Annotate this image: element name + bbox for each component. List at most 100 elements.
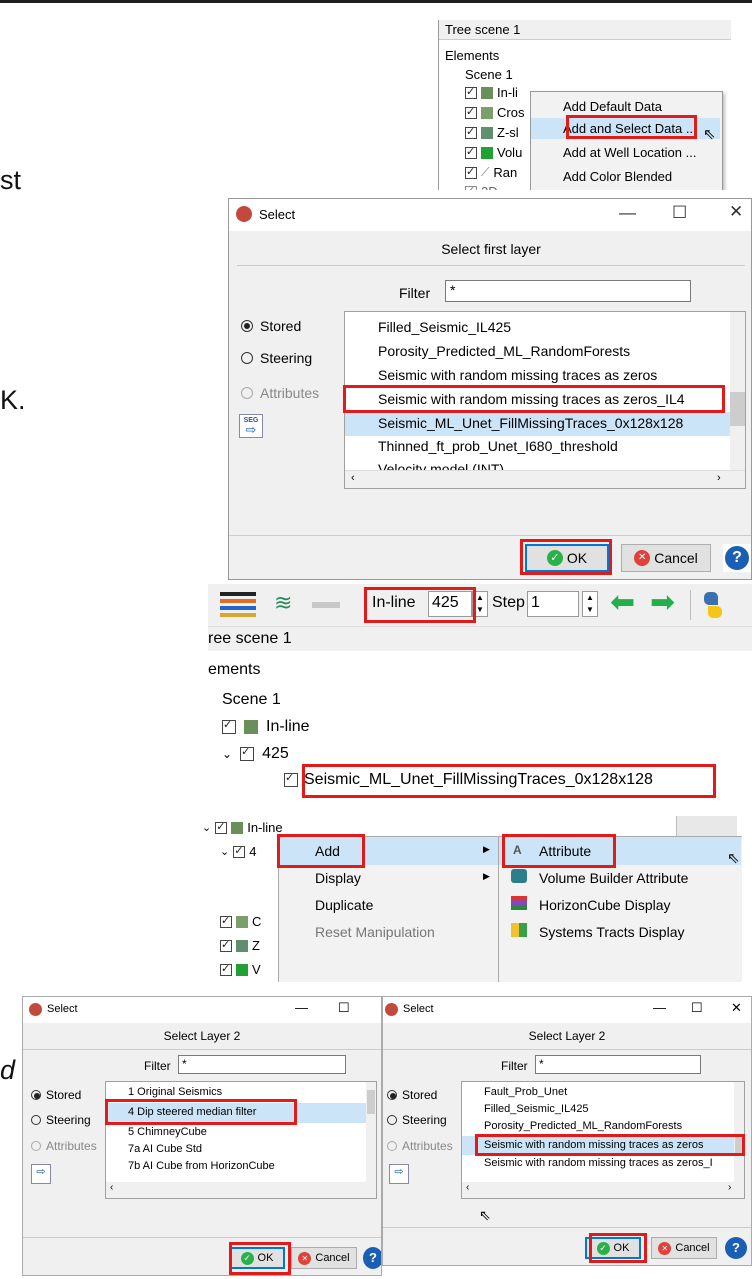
list-item[interactable]: Porosity_Predicted_ML_RandomForests xyxy=(484,1120,682,1132)
dataset-list[interactable]: 1 Original Seismics 4 Dip steered median… xyxy=(105,1081,377,1199)
tree-item-inline[interactable]: In-line xyxy=(222,718,310,736)
menu-display[interactable]: Display xyxy=(315,870,361,886)
checkbox-icon[interactable] xyxy=(233,844,246,858)
scene-label[interactable]: Scene 1 xyxy=(222,691,281,709)
step-input[interactable]: 1 xyxy=(527,591,579,617)
checkbox-icon[interactable] xyxy=(222,718,236,734)
menu-add-at-well-location[interactable]: Add at Well Location ... xyxy=(563,145,696,160)
list-item[interactable]: Porosity_Predicted_ML_RandomForests xyxy=(378,343,630,359)
tree-item-inline[interactable]: ⌄ In-line xyxy=(202,820,283,836)
help-button[interactable]: ? xyxy=(725,1237,747,1259)
list-item[interactable]: 7b AI Cube from HorizonCube xyxy=(128,1160,275,1172)
tree-item-zslice[interactable]: Z-sl xyxy=(465,125,519,140)
maximize-icon[interactable]: ☐ xyxy=(691,1000,703,1016)
checkbox-icon[interactable] xyxy=(220,938,232,952)
list-item[interactable]: Seismic with random missing traces as ze… xyxy=(484,1157,734,1169)
tree-item-volume[interactable]: V xyxy=(220,962,261,977)
seg-import-icon[interactable]: ⇨ xyxy=(389,1164,409,1184)
checkbox-icon[interactable] xyxy=(220,962,232,976)
menu-add-color-blended[interactable]: Add Color Blended xyxy=(563,169,672,184)
maximize-icon[interactable]: ☐ xyxy=(672,203,687,223)
list-item[interactable]: Seismic with random missing traces as ze… xyxy=(378,391,685,407)
checkbox-icon[interactable] xyxy=(220,914,232,928)
tree-item-dataset[interactable]: Seismic_ML_Unet_FillMissingTraces_0x128x… xyxy=(284,771,653,789)
radio-attributes[interactable]: Attributes xyxy=(387,1139,453,1153)
horizontal-scrollbar[interactable]: ‹ › xyxy=(462,1182,744,1198)
arrow-left-icon[interactable]: ⬅ xyxy=(610,587,635,619)
list-item[interactable]: 1 Original Seismics xyxy=(128,1086,222,1098)
filter-input[interactable]: * xyxy=(178,1055,346,1074)
scrollbar-thumb[interactable] xyxy=(730,392,745,426)
wiggle-icon[interactable]: ≋ xyxy=(274,590,292,616)
filter-input[interactable]: * xyxy=(445,280,691,302)
list-item[interactable]: Velocity model (INT) xyxy=(378,461,504,470)
close-icon[interactable]: ✕ xyxy=(729,202,743,222)
checkbox-icon[interactable] xyxy=(465,184,477,190)
tree-item-425[interactable]: ⌄ 4 xyxy=(220,844,256,860)
scroll-left-icon[interactable]: ‹ xyxy=(110,1182,113,1193)
vertical-scrollbar[interactable] xyxy=(734,1082,744,1182)
minimize-icon[interactable]: — xyxy=(653,1000,666,1015)
list-item[interactable]: Filled_Seismic_IL425 xyxy=(378,319,511,335)
scroll-left-icon[interactable]: ‹ xyxy=(351,472,355,484)
menu-horizoncube-display[interactable]: HorizonCube Display xyxy=(539,897,671,913)
horizontal-scrollbar[interactable]: ‹ xyxy=(106,1182,376,1198)
menu-reset-manipulation[interactable]: Reset Manipulation xyxy=(315,924,435,940)
list-item[interactable]: 5 ChimneyCube xyxy=(128,1126,207,1138)
scrollbar-thumb[interactable] xyxy=(367,1090,375,1114)
scroll-left-icon[interactable]: ‹ xyxy=(466,1182,469,1193)
chevron-down-icon[interactable]: ⌄ xyxy=(222,747,232,761)
checkbox-icon[interactable] xyxy=(215,820,228,834)
menu-duplicate[interactable]: Duplicate xyxy=(315,897,373,913)
checkbox-icon[interactable] xyxy=(284,771,298,787)
seg-import-icon[interactable]: SEG ⇨ xyxy=(239,414,263,438)
ok-button[interactable]: ✓ OK xyxy=(229,1247,285,1269)
radio-steering[interactable]: Steering xyxy=(241,350,312,366)
menu-volume-builder-attribute[interactable]: Volume Builder Attribute xyxy=(539,870,688,886)
color-bar-icon[interactable] xyxy=(220,592,256,618)
scene-label[interactable]: Scene 1 xyxy=(465,67,513,82)
list-item[interactable]: Thinned_ft_prob_Unet_I680_threshold xyxy=(378,438,618,454)
tree-item-2d[interactable]: 2D xyxy=(465,184,498,190)
scroll-right-icon[interactable]: › xyxy=(728,1182,731,1193)
checkbox-icon[interactable] xyxy=(465,125,477,139)
chevron-down-icon[interactable]: ⌄ xyxy=(220,845,229,858)
maximize-icon[interactable]: ☐ xyxy=(338,1000,350,1016)
python-icon[interactable] xyxy=(702,592,724,618)
filter-input[interactable]: * xyxy=(535,1055,701,1074)
list-item-selected[interactable]: Seismic with random missing traces as ze… xyxy=(484,1139,703,1151)
list-item[interactable]: Seismic with random missing traces as ze… xyxy=(378,367,657,383)
step-spinner-icon[interactable]: ▲ ▼ xyxy=(582,591,598,617)
list-item[interactable]: Fault_Prob_Unet xyxy=(484,1086,567,1098)
dataset-list[interactable]: Fault_Prob_Unet Filled_Seismic_IL425 Por… xyxy=(461,1081,745,1199)
ok-button[interactable]: ✓ OK xyxy=(525,544,609,572)
radio-attributes[interactable]: Attributes xyxy=(31,1139,97,1153)
checkbox-icon[interactable] xyxy=(465,85,477,99)
radio-steering[interactable]: Steering xyxy=(31,1113,91,1127)
scrollbar-thumb[interactable] xyxy=(735,1134,743,1156)
menu-systems-tracts-display[interactable]: Systems Tracts Display xyxy=(539,924,684,940)
tree-item-crossline[interactable]: Cros xyxy=(465,105,524,120)
checkbox-icon[interactable] xyxy=(465,105,477,119)
list-item-selected[interactable]: 4 Dip steered median filter xyxy=(128,1106,256,1118)
minimize-icon[interactable]: — xyxy=(619,203,636,223)
menu-attribute[interactable]: Attribute xyxy=(539,843,591,859)
tree-item-crossline[interactable]: C xyxy=(220,914,261,929)
checkbox-icon[interactable] xyxy=(465,145,477,159)
scroll-right-icon[interactable]: › xyxy=(717,472,721,484)
help-button[interactable]: ? xyxy=(363,1247,381,1269)
ok-button[interactable]: ✓ OK xyxy=(585,1237,641,1259)
chevron-down-icon[interactable]: ⌄ xyxy=(202,821,211,834)
cancel-button[interactable]: ✕ Cancel xyxy=(291,1247,357,1269)
radio-stored[interactable]: Stored xyxy=(387,1088,437,1102)
close-icon[interactable]: ✕ xyxy=(731,1000,742,1016)
cancel-button[interactable]: ✕ Cancel xyxy=(621,544,711,572)
inline-number-input[interactable]: 425 xyxy=(428,591,472,617)
horizontal-scrollbar[interactable]: ‹ › xyxy=(345,470,745,488)
list-item[interactable]: 7a AI Cube Std xyxy=(128,1143,202,1155)
tree-item-random[interactable]: ⟋Ran xyxy=(465,165,517,180)
menu-add-default-data[interactable]: Add Default Data xyxy=(563,99,662,114)
checkbox-icon[interactable] xyxy=(465,165,477,179)
arrow-right-icon[interactable]: ➡ xyxy=(650,587,675,619)
vertical-scrollbar[interactable] xyxy=(730,312,745,470)
